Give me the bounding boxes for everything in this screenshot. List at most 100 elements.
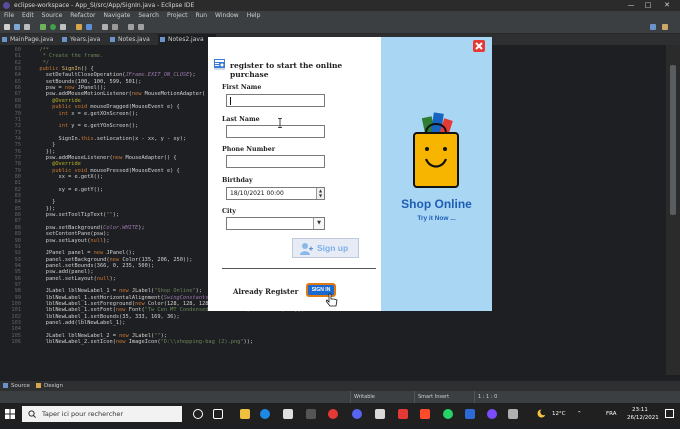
tab-mainpage[interactable]: MainPage.java bbox=[0, 34, 66, 45]
clock-date[interactable]: 26/12/2021 bbox=[627, 407, 659, 429]
code-line[interactable]: /** bbox=[33, 47, 49, 53]
code-line[interactable]: lblNewLabel_2.setIcon(new ImageIcon("D:\… bbox=[33, 339, 253, 345]
code-line[interactable]: lblNewLabel_1.setBounds(35, 333, 169, 36… bbox=[33, 314, 180, 320]
code-line[interactable]: JPanel panel = new JPanel(); bbox=[33, 250, 135, 256]
new-class-icon[interactable] bbox=[86, 24, 92, 30]
office-icon[interactable] bbox=[420, 409, 430, 419]
eclipse-taskbar-icon[interactable] bbox=[487, 409, 497, 419]
code-line[interactable]: lblNewLabel_1.setHorizontalAlignment(Swi… bbox=[33, 295, 237, 301]
taskbar-search[interactable]: Taper ici pour rechercher bbox=[22, 406, 182, 422]
code-line[interactable]: xx = e.getX(); bbox=[33, 174, 104, 180]
save-icon[interactable] bbox=[14, 24, 20, 30]
tab-source[interactable]: Source bbox=[11, 381, 30, 391]
coverage-icon[interactable] bbox=[60, 24, 66, 30]
code-line[interactable]: * Create the frame. bbox=[33, 53, 104, 59]
birthday-spinner-buttons[interactable]: ▲ ▼ bbox=[316, 188, 324, 199]
code-line[interactable]: } bbox=[33, 142, 55, 148]
code-line[interactable]: panel.add(lblNewLabel_1); bbox=[33, 320, 126, 326]
code-line[interactable]: psw.addMouseMotionListener(new MouseMoti… bbox=[33, 91, 205, 97]
code-line[interactable]: lblNewLabel_1.setForeground(new Color(12… bbox=[33, 301, 218, 307]
notification-icon[interactable] bbox=[665, 409, 674, 418]
tab-years[interactable]: Years.java bbox=[60, 34, 110, 45]
code-line[interactable]: psw.setBackground(Color.WHITE); bbox=[33, 225, 145, 231]
task-view-icon[interactable] bbox=[213, 409, 223, 419]
chevron-down-icon[interactable]: ▼ bbox=[313, 218, 324, 229]
code-line[interactable]: int x = e.getXOnScreen(); bbox=[33, 111, 139, 117]
code-line[interactable]: psw = new JPanel(); bbox=[33, 85, 107, 91]
discord-icon[interactable] bbox=[352, 409, 362, 419]
menu-project[interactable]: Project bbox=[163, 11, 192, 21]
code-line[interactable]: @Override bbox=[33, 161, 81, 167]
code-line[interactable]: xy = e.getY(); bbox=[33, 187, 104, 193]
code-line[interactable]: JLabel lblNewLabel_2 = new JLabel(""); bbox=[33, 333, 167, 339]
editor-scrollbar[interactable] bbox=[666, 45, 680, 375]
last-name-field[interactable] bbox=[226, 125, 325, 138]
code-line[interactable]: psw.addMouseListener(new MouseAdapter() … bbox=[33, 155, 177, 161]
code-line[interactable]: }); bbox=[33, 206, 56, 212]
new-icon[interactable] bbox=[4, 24, 10, 30]
menu-refactor[interactable]: Refactor bbox=[66, 11, 99, 21]
search-icon[interactable] bbox=[112, 24, 118, 30]
java-perspective-icon[interactable] bbox=[650, 24, 656, 30]
code-line[interactable]: panel.setBounds(366, 0, 235, 500); bbox=[33, 263, 154, 269]
windows-start-icon[interactable] bbox=[5, 409, 15, 419]
language-indicator[interactable]: FRA bbox=[606, 403, 617, 425]
phone-field[interactable] bbox=[226, 155, 325, 168]
menu-search[interactable]: Search bbox=[134, 11, 163, 21]
code-line[interactable]: }); bbox=[33, 149, 56, 155]
cortana-icon[interactable] bbox=[193, 409, 203, 419]
code-line[interactable]: setContentPane(psw); bbox=[33, 231, 110, 237]
menu-run[interactable]: Run bbox=[192, 11, 212, 21]
file-explorer-icon[interactable] bbox=[240, 409, 250, 419]
open-type-icon[interactable] bbox=[102, 24, 108, 30]
menu-help[interactable]: Help bbox=[243, 11, 265, 21]
code-line[interactable]: public void mouseDragged(MouseEvent e) { bbox=[33, 104, 180, 110]
scrollbar-thumb[interactable] bbox=[670, 65, 676, 215]
code-line[interactable]: @Override bbox=[33, 98, 81, 104]
code-line[interactable]: psw.setLayout(null); bbox=[33, 238, 110, 244]
menu-navigate[interactable]: Navigate bbox=[99, 11, 134, 21]
java-app-icon[interactable] bbox=[508, 409, 518, 419]
spinner-down-icon[interactable]: ▼ bbox=[317, 193, 324, 198]
menu-source[interactable]: Source bbox=[38, 11, 67, 21]
forward-icon[interactable] bbox=[138, 24, 144, 30]
code-line[interactable]: psw.setToolTipText(""); bbox=[33, 212, 119, 218]
menu-window[interactable]: Window bbox=[211, 11, 243, 21]
new-package-icon[interactable] bbox=[76, 24, 82, 30]
back-icon[interactable] bbox=[128, 24, 134, 30]
mail-icon[interactable] bbox=[306, 409, 316, 419]
code-line[interactable]: public SignIn() { bbox=[33, 66, 93, 72]
tab-design[interactable]: Design bbox=[44, 381, 63, 391]
first-name-field[interactable] bbox=[226, 94, 325, 107]
minimize-button[interactable]: — bbox=[624, 0, 638, 11]
close-icon[interactable] bbox=[473, 40, 485, 52]
code-line[interactable]: setDefaultCloseOperation(JFrame.EXIT_ON_… bbox=[33, 72, 196, 78]
tray-chevron-icon[interactable]: ⌃ bbox=[577, 403, 582, 425]
code-line[interactable]: public void mousePressed(MouseEvent e) { bbox=[33, 168, 180, 174]
maximize-button[interactable]: □ bbox=[641, 0, 655, 11]
code-line[interactable]: panel.setLayout(null); bbox=[33, 276, 116, 282]
run-icon[interactable] bbox=[50, 24, 56, 30]
save-all-icon[interactable] bbox=[24, 24, 30, 30]
debug-perspective-icon[interactable] bbox=[662, 24, 668, 30]
close-window-button[interactable]: ✕ bbox=[660, 0, 674, 11]
netflix-icon[interactable] bbox=[398, 409, 408, 419]
birthday-spinner[interactable]: 18/10/2021 00:00 ▲ ▼ bbox=[226, 187, 325, 200]
code-line[interactable]: int y = e.getYOnScreen(); bbox=[33, 123, 139, 129]
notepad-icon[interactable] bbox=[375, 409, 385, 419]
whatsapp-icon[interactable] bbox=[443, 409, 453, 419]
debug-icon[interactable] bbox=[40, 24, 46, 30]
city-combobox[interactable]: ▼ bbox=[226, 217, 325, 230]
signup-button[interactable]: Sign up bbox=[292, 238, 359, 258]
tab-notes[interactable]: Notes.java bbox=[108, 34, 162, 45]
code-line[interactable]: SignIn.this.setLocation(x - xx, y - xy); bbox=[33, 136, 187, 142]
code-line[interactable]: psw.add(panel); bbox=[33, 269, 94, 275]
edge-icon[interactable] bbox=[260, 409, 270, 419]
code-line[interactable]: JLabel lblNewLabel_1 = new JLabel("Shop … bbox=[33, 288, 202, 294]
store-icon[interactable] bbox=[283, 409, 293, 419]
word-icon[interactable] bbox=[465, 409, 475, 419]
chrome-icon[interactable] bbox=[328, 409, 338, 419]
menu-file[interactable]: File bbox=[0, 11, 18, 21]
menu-edit[interactable]: Edit bbox=[18, 11, 38, 21]
code-line[interactable]: setBounds(100, 100, 599, 501); bbox=[33, 79, 142, 85]
